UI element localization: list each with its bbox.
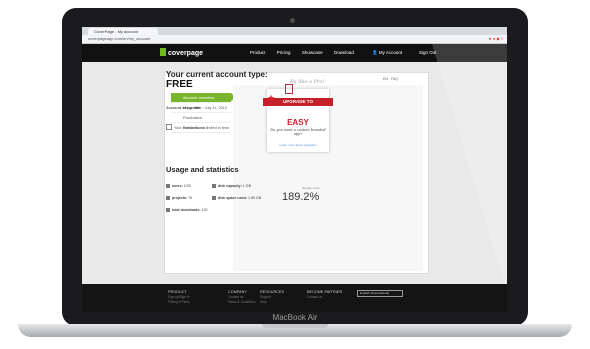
account-type-value: FREE (166, 79, 193, 90)
handwritten-note: Be like a Pro! (290, 79, 325, 85)
my-account-link[interactable]: 👤 My Account (372, 50, 402, 56)
footer-link[interactable]: Contact us (307, 295, 342, 299)
browser-toolbar-icons[interactable]: ★ ● ◆ ≡ (488, 35, 503, 43)
logo-icon (160, 48, 166, 56)
nav-product[interactable]: Product (250, 50, 266, 55)
footer-link[interactable]: Contact us (228, 295, 256, 299)
custom-app-question: Do you want a custom branded app? (270, 128, 326, 136)
language-select[interactable]: English (International) (357, 290, 403, 297)
stat-projects: projects: 70 (166, 196, 192, 200)
already-used-label: already used: (302, 186, 321, 190)
stat-users: users: 1/30 (166, 184, 191, 188)
downloads-icon (166, 208, 170, 212)
footer-link[interactable]: Support (260, 295, 284, 299)
sidebar-item-purchases[interactable]: Purchases (171, 113, 231, 123)
hand-pointer-icon (285, 84, 293, 94)
account-type-heading: Your current account type: (166, 70, 268, 79)
footer-col-partner: BECOME PARTNER Contact us (307, 290, 343, 299)
upgrade-plan[interactable]: EASY (267, 118, 329, 127)
license-info: Your license is not limited in time. (166, 124, 230, 130)
laptop-notch (262, 324, 328, 328)
stat-downloads: total downloads: 120 (166, 208, 208, 212)
footer-link[interactable]: Terms & Conditions (228, 300, 256, 304)
top-links[interactable]: EN · FAQ (383, 77, 398, 81)
site-logo[interactable]: coverpage (160, 48, 203, 57)
setup-date: Account setup date : July 11, 2012 (166, 106, 227, 110)
stat-disk-capacity: disk capacity: 1 GB (212, 184, 251, 188)
nav-download[interactable]: Download (334, 50, 354, 55)
learn-upgrades-link[interactable]: Learn more about upgrades (267, 143, 329, 147)
stat-disk-used: disk space used: 1.89 GB (212, 196, 261, 200)
usage-heading: Usage and statistics (166, 165, 239, 174)
footer-col-company: COMPANY Contact us Terms & Conditions (228, 290, 256, 304)
calendar-icon (166, 124, 172, 130)
nav-pricing[interactable]: Pricing (277, 50, 291, 55)
disk-icon (212, 184, 216, 188)
disk-used-icon (212, 196, 216, 200)
screen: CoverPage - My account coverpageapp.com/… (82, 27, 507, 312)
url-text: coverpageapp.com/en/my_account (88, 36, 151, 41)
nav-showcase[interactable]: Showcase (302, 50, 323, 55)
footer-link[interactable]: Help (260, 300, 284, 304)
device-label: MacBook Air (272, 313, 318, 322)
site-footer: PRODUCT Sign up/Sign in Pricing & Plans … (82, 284, 507, 312)
address-bar[interactable]: coverpageapp.com/en/my_account ★ ● ◆ ≡ (82, 35, 507, 44)
projects-icon (166, 196, 170, 200)
usage-percent: 189.2% (282, 191, 320, 203)
star-icon: ★ (267, 93, 276, 103)
browser-tabbar: CoverPage - My account (82, 27, 507, 35)
users-icon (166, 184, 170, 188)
sidebar-item-account-overview[interactable]: Account overview (171, 93, 236, 103)
footer-link[interactable]: Sign up/Sign in (168, 295, 190, 299)
glare-overlay (432, 44, 507, 294)
footer-link[interactable]: Pricing & Plans (168, 300, 190, 304)
user-icon: 👤 (372, 50, 378, 55)
footer-col-resources: RESOURCES Support Help (260, 290, 285, 304)
main-nav: Product Pricing Showcase Download (250, 50, 364, 55)
browser-tab[interactable]: CoverPage - My account (88, 28, 158, 35)
footer-col-product: PRODUCT Sign up/Sign in Pricing & Plans (168, 290, 190, 304)
camera-icon (290, 18, 295, 23)
